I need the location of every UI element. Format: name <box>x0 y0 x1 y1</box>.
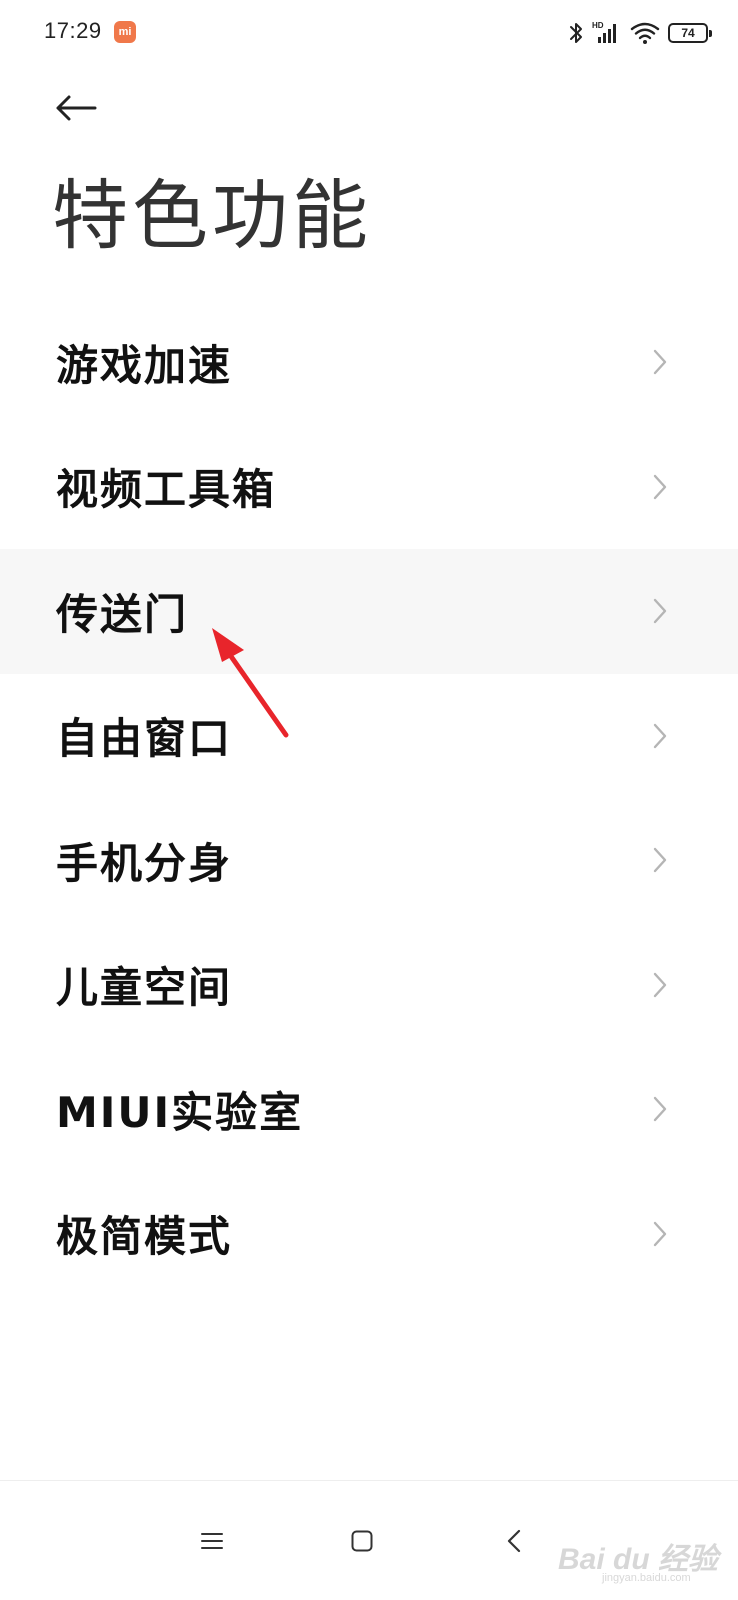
recent-apps-button[interactable] <box>182 1511 242 1571</box>
menu-item-floating-windows[interactable]: 自由窗口 <box>0 674 738 799</box>
wifi-icon <box>630 22 660 44</box>
menu-item-kids-space[interactable]: 儿童空间 <box>0 923 738 1048</box>
menu-item-label: 儿童空间 <box>56 963 233 1013</box>
menu-item-label: MIUI实验室 <box>56 1087 304 1137</box>
menu-item-portal[interactable]: 传送门 <box>0 549 738 674</box>
menu-item-label: 自由窗口 <box>56 714 233 764</box>
hd-signal-icon: HD <box>592 21 616 43</box>
menu-item-label: 极简模式 <box>56 1212 233 1262</box>
home-button[interactable] <box>332 1511 392 1571</box>
baidu-watermark-logo: Bai du 经验 jingyan.baidu.com <box>548 1528 718 1590</box>
chevron-right-icon <box>653 474 667 499</box>
nav-back-button[interactable] <box>484 1511 544 1571</box>
menu-icon <box>201 1533 223 1549</box>
chevron-right-icon <box>653 599 667 624</box>
chevron-right-icon <box>653 1221 667 1246</box>
menu-item-lite-mode[interactable]: 极简模式 <box>0 1172 738 1297</box>
svg-text:HD: HD <box>592 21 604 30</box>
battery-icon: 74 <box>668 23 712 43</box>
menu-item-label: 游戏加速 <box>56 340 233 390</box>
status-bar: 17:29 mi HD 74 <box>0 0 738 70</box>
menu-item-game-turbo[interactable]: 游戏加速 <box>0 300 738 425</box>
menu-item-miui-lab[interactable]: MIUI实验室 <box>0 1047 738 1172</box>
chevron-right-icon <box>653 723 667 748</box>
watermark-text: Bai du 经验 <box>558 1543 719 1576</box>
home-icon <box>351 1530 373 1552</box>
menu-item-label: 手机分身 <box>56 838 233 888</box>
back-button[interactable] <box>46 80 106 136</box>
chevron-right-icon <box>653 1097 667 1122</box>
arrow-left-icon <box>56 95 97 121</box>
bluetooth-icon <box>570 23 582 43</box>
chevron-right-icon <box>653 848 667 873</box>
feature-menu-list: 游戏加速 视频工具箱 传送门 自由窗口 手机分身 儿童空间 MIUI实验室 极简… <box>0 300 738 1296</box>
mi-notification-badge: mi <box>114 21 136 43</box>
page-title: 特色功能 <box>52 171 372 260</box>
status-icons: HD 74 <box>568 18 712 48</box>
menu-item-label: 传送门 <box>56 589 189 639</box>
back-icon <box>507 1529 521 1553</box>
navigation-bar: Bai du 经验 jingyan.baidu.com <box>0 1480 738 1600</box>
battery-level: 74 <box>681 26 695 40</box>
menu-item-second-space[interactable]: 手机分身 <box>0 798 738 923</box>
chevron-right-icon <box>653 350 667 375</box>
watermark-url: jingyan.baidu.com <box>602 1572 691 1584</box>
menu-item-label: 视频工具箱 <box>56 465 277 515</box>
status-time: 17:29 <box>44 18 102 43</box>
chevron-right-icon <box>653 972 667 997</box>
menu-item-video-toolbox[interactable]: 视频工具箱 <box>0 425 738 550</box>
